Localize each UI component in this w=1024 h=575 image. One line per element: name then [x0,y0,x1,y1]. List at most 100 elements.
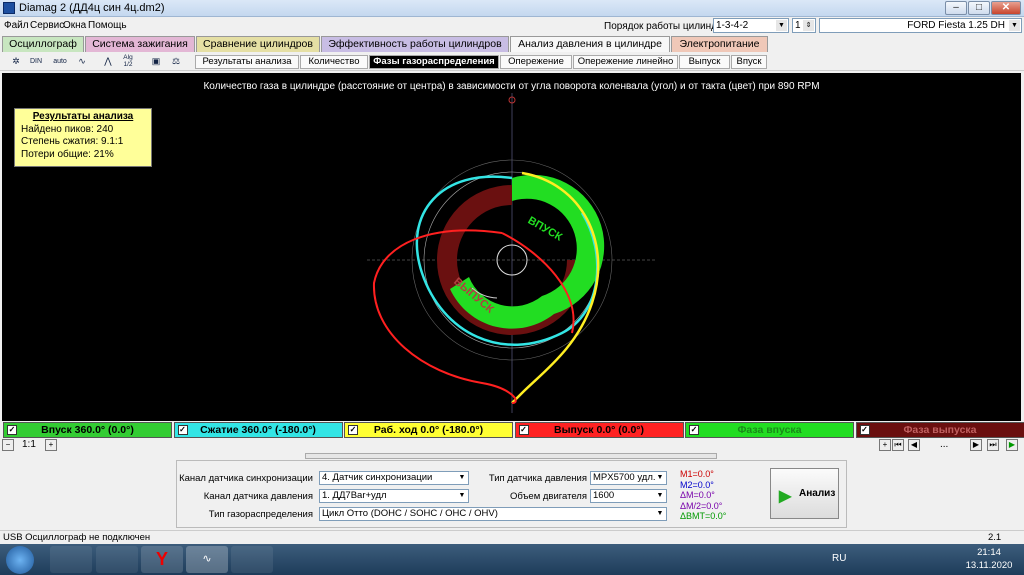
tab-power[interactable]: Электропитание [671,36,768,52]
subtab-valve-timing[interactable]: Фазы газораспределения [369,55,499,69]
sensor-type-select[interactable]: MPX5700 удл. ▼ [590,471,667,485]
status-text: USB Осциллограф не подключен [3,532,151,543]
measurement-value: ΔM/2=0.0° [680,500,723,511]
tab-ignition[interactable]: Система зажигания [85,36,195,52]
edge-icon[interactable] [50,546,92,573]
sync-channel-select[interactable]: 4. Датчик синхронизации ▼ [319,471,469,485]
zoom-in-icon[interactable]: + [45,439,57,451]
legend-item[interactable]: ✓ Выпуск 0.0° (0.0°) [514,422,684,438]
checkbox-icon[interactable]: ✓ [7,425,17,435]
checkbox-icon[interactable]: ✓ [689,425,699,435]
close-button[interactable]: ✕ [991,1,1021,15]
analyze-button[interactable]: ▶ Анализ [770,468,839,519]
clock-date[interactable]: 13.11.2020 [964,560,1014,571]
subtab-quantity[interactable]: Количество [300,55,368,69]
settings-panel: Канал датчика синхронизации 4. Датчик си… [176,460,847,528]
next-icon[interactable]: ▶ [970,439,982,451]
tab-pressure-analysis[interactable]: Анализ давления в цилиндре [510,36,670,53]
cylinder-spinner[interactable]: 1 ⇕ [792,18,816,33]
minimize-button[interactable]: – [945,1,967,15]
legend-label: Фаза выпуска [903,424,977,436]
prev-icon[interactable]: ◀ [908,439,920,451]
taskbar: Y ∿ RU 21:14 13.11.2020 [0,544,1024,575]
pressure-channel-value: 1. ДД7Bar+удл [322,490,387,501]
subtab-inlet[interactable]: Впуск [731,55,767,69]
cylinder-order-select[interactable]: 1-3-4-2 ▼ [713,18,789,33]
legend-item[interactable]: ✓ Раб. ход 0.0° (-180.0°) [344,422,513,438]
results-losses: Потери общие: 21% [21,148,114,160]
measurements: M1=0.0° M2=0.0° ΔM=0.0° ΔM/2=0.0° ΔBMT=0.0° [680,469,726,522]
legend-label: Выпуск 0.0° (0.0°) [554,424,644,436]
timing-type-select[interactable]: Цикл Отто (DOHC / SOHC / OHC / OHV) ▼ [319,507,667,521]
tab-oscilloscope[interactable]: Осциллограф [2,36,84,52]
sync-channel-label: Канал датчика синхронизации [179,473,313,484]
scales-icon[interactable]: ⚖ [168,54,184,69]
checkbox-icon[interactable]: ✓ [348,425,358,435]
auto-icon[interactable]: auto [52,54,68,69]
algorithm-icon[interactable]: Alg 1/2 [120,54,136,69]
legend-item[interactable]: ✓ Сжатие 360.0° (-180.0°) [173,422,343,438]
engine-volume-value: 1600 [593,490,615,501]
analyze-label: Анализ [799,488,836,499]
folder-icon[interactable] [231,546,273,573]
wave-icon[interactable]: ⋀ [100,54,116,69]
play-icon[interactable]: ▶ [1006,439,1018,451]
clock-time[interactable]: 21:14 [964,547,1014,558]
subtab-results[interactable]: Результаты анализа [195,55,299,69]
first-icon[interactable]: ⏮ [892,439,904,451]
pressure-channel-select[interactable]: 1. ДД7Bar+удл ▼ [319,489,469,503]
yandex-icon[interactable]: Y [141,546,183,573]
status-bar: USB Осциллограф не подключен 2.1 [0,530,1024,544]
scroll-row: − 1:1 + + ⏮ ◀ ... ▶ ⏭ ▶ [0,438,1024,453]
zoom-out-icon[interactable]: − [2,439,14,451]
legend-item[interactable]: ✓ Фаза впуска [685,422,854,438]
inlet-band-label: ВПУСК [526,215,565,244]
subtab-advance-linear[interactable]: Опережение линейно [573,55,678,69]
results-compression: Степень сжатия: 9.1:1 [21,136,124,147]
tab-cylinder-compare[interactable]: Сравнение цилиндров [196,36,320,52]
checkbox-icon[interactable]: ✓ [518,425,529,435]
legend-item[interactable]: ✓ Впуск 360.0° (0.0°) [3,422,172,438]
chevron-down-icon: ▼ [656,510,664,517]
engine-volume-select[interactable]: 1600 ▼ [590,489,667,503]
engine-volume-label: Объем двигателя [509,491,587,502]
settings-icon[interactable]: ✲ [8,54,24,69]
save-icon[interactable]: ▣ [148,54,164,69]
legend-item[interactable]: ✓ Фаза выпуска [855,422,1024,438]
tab-cylinder-efficiency[interactable]: Эффективность работы цилиндров [321,36,509,52]
status-version: 2.1 [988,532,1002,543]
timing-type-value: Цикл Отто (DOHC / SOHC / OHC / OHV) [322,508,498,519]
splitter[interactable] [305,453,717,459]
graph-icon[interactable]: ∿ [74,54,90,69]
checkbox-icon[interactable]: ✓ [859,425,870,435]
chevron-down-icon: ▼ [656,474,664,481]
menu-file[interactable]: Файл [4,20,29,31]
chevron-down-icon: ▼ [458,492,466,499]
last-icon[interactable]: ⏭ [987,439,999,451]
cylinder-number: 1 [795,20,801,31]
sensor-type-value: MPX5700 удл. [593,472,656,483]
results-title: Результаты анализа [32,111,134,122]
results-box: Результаты анализа Найдено пиков: 240 Ст… [14,108,152,167]
measurement-value: ΔBMT=0.0° [680,511,727,521]
din-icon[interactable]: DIN [28,54,44,69]
menu-windows[interactable]: Окна [63,20,86,31]
diamag-icon[interactable]: ∿ [186,546,228,573]
plot-area[interactable]: Количество газа в цилиндре (расстояние о… [2,73,1021,421]
subtab-exhaust[interactable]: Выпуск [679,55,730,69]
checkbox-icon[interactable]: ✓ [177,425,188,435]
polar-plot: ВПУСК ВЫПУСК [367,93,657,413]
subtab-advance[interactable]: Опережение [500,55,572,69]
measurement-value: M1=0.0° [680,469,714,479]
main-tabs: Осциллограф Система зажигания Сравнение … [0,36,1024,53]
chevron-down-icon: ▼ [1009,20,1020,31]
start-button[interactable] [6,546,34,574]
language-indicator[interactable]: RU [832,553,846,564]
sync-channel-value: 4. Датчик синхронизации [322,472,433,483]
menu-service[interactable]: Сервис [30,20,64,31]
zoom-plus-icon[interactable]: + [879,439,891,451]
maximize-button[interactable]: □ [968,1,990,15]
paint-icon[interactable] [96,546,138,573]
menu-help[interactable]: Помощь [88,20,127,31]
car-select[interactable]: FORD Fiesta 1.25 DH ▼ [819,18,1022,33]
